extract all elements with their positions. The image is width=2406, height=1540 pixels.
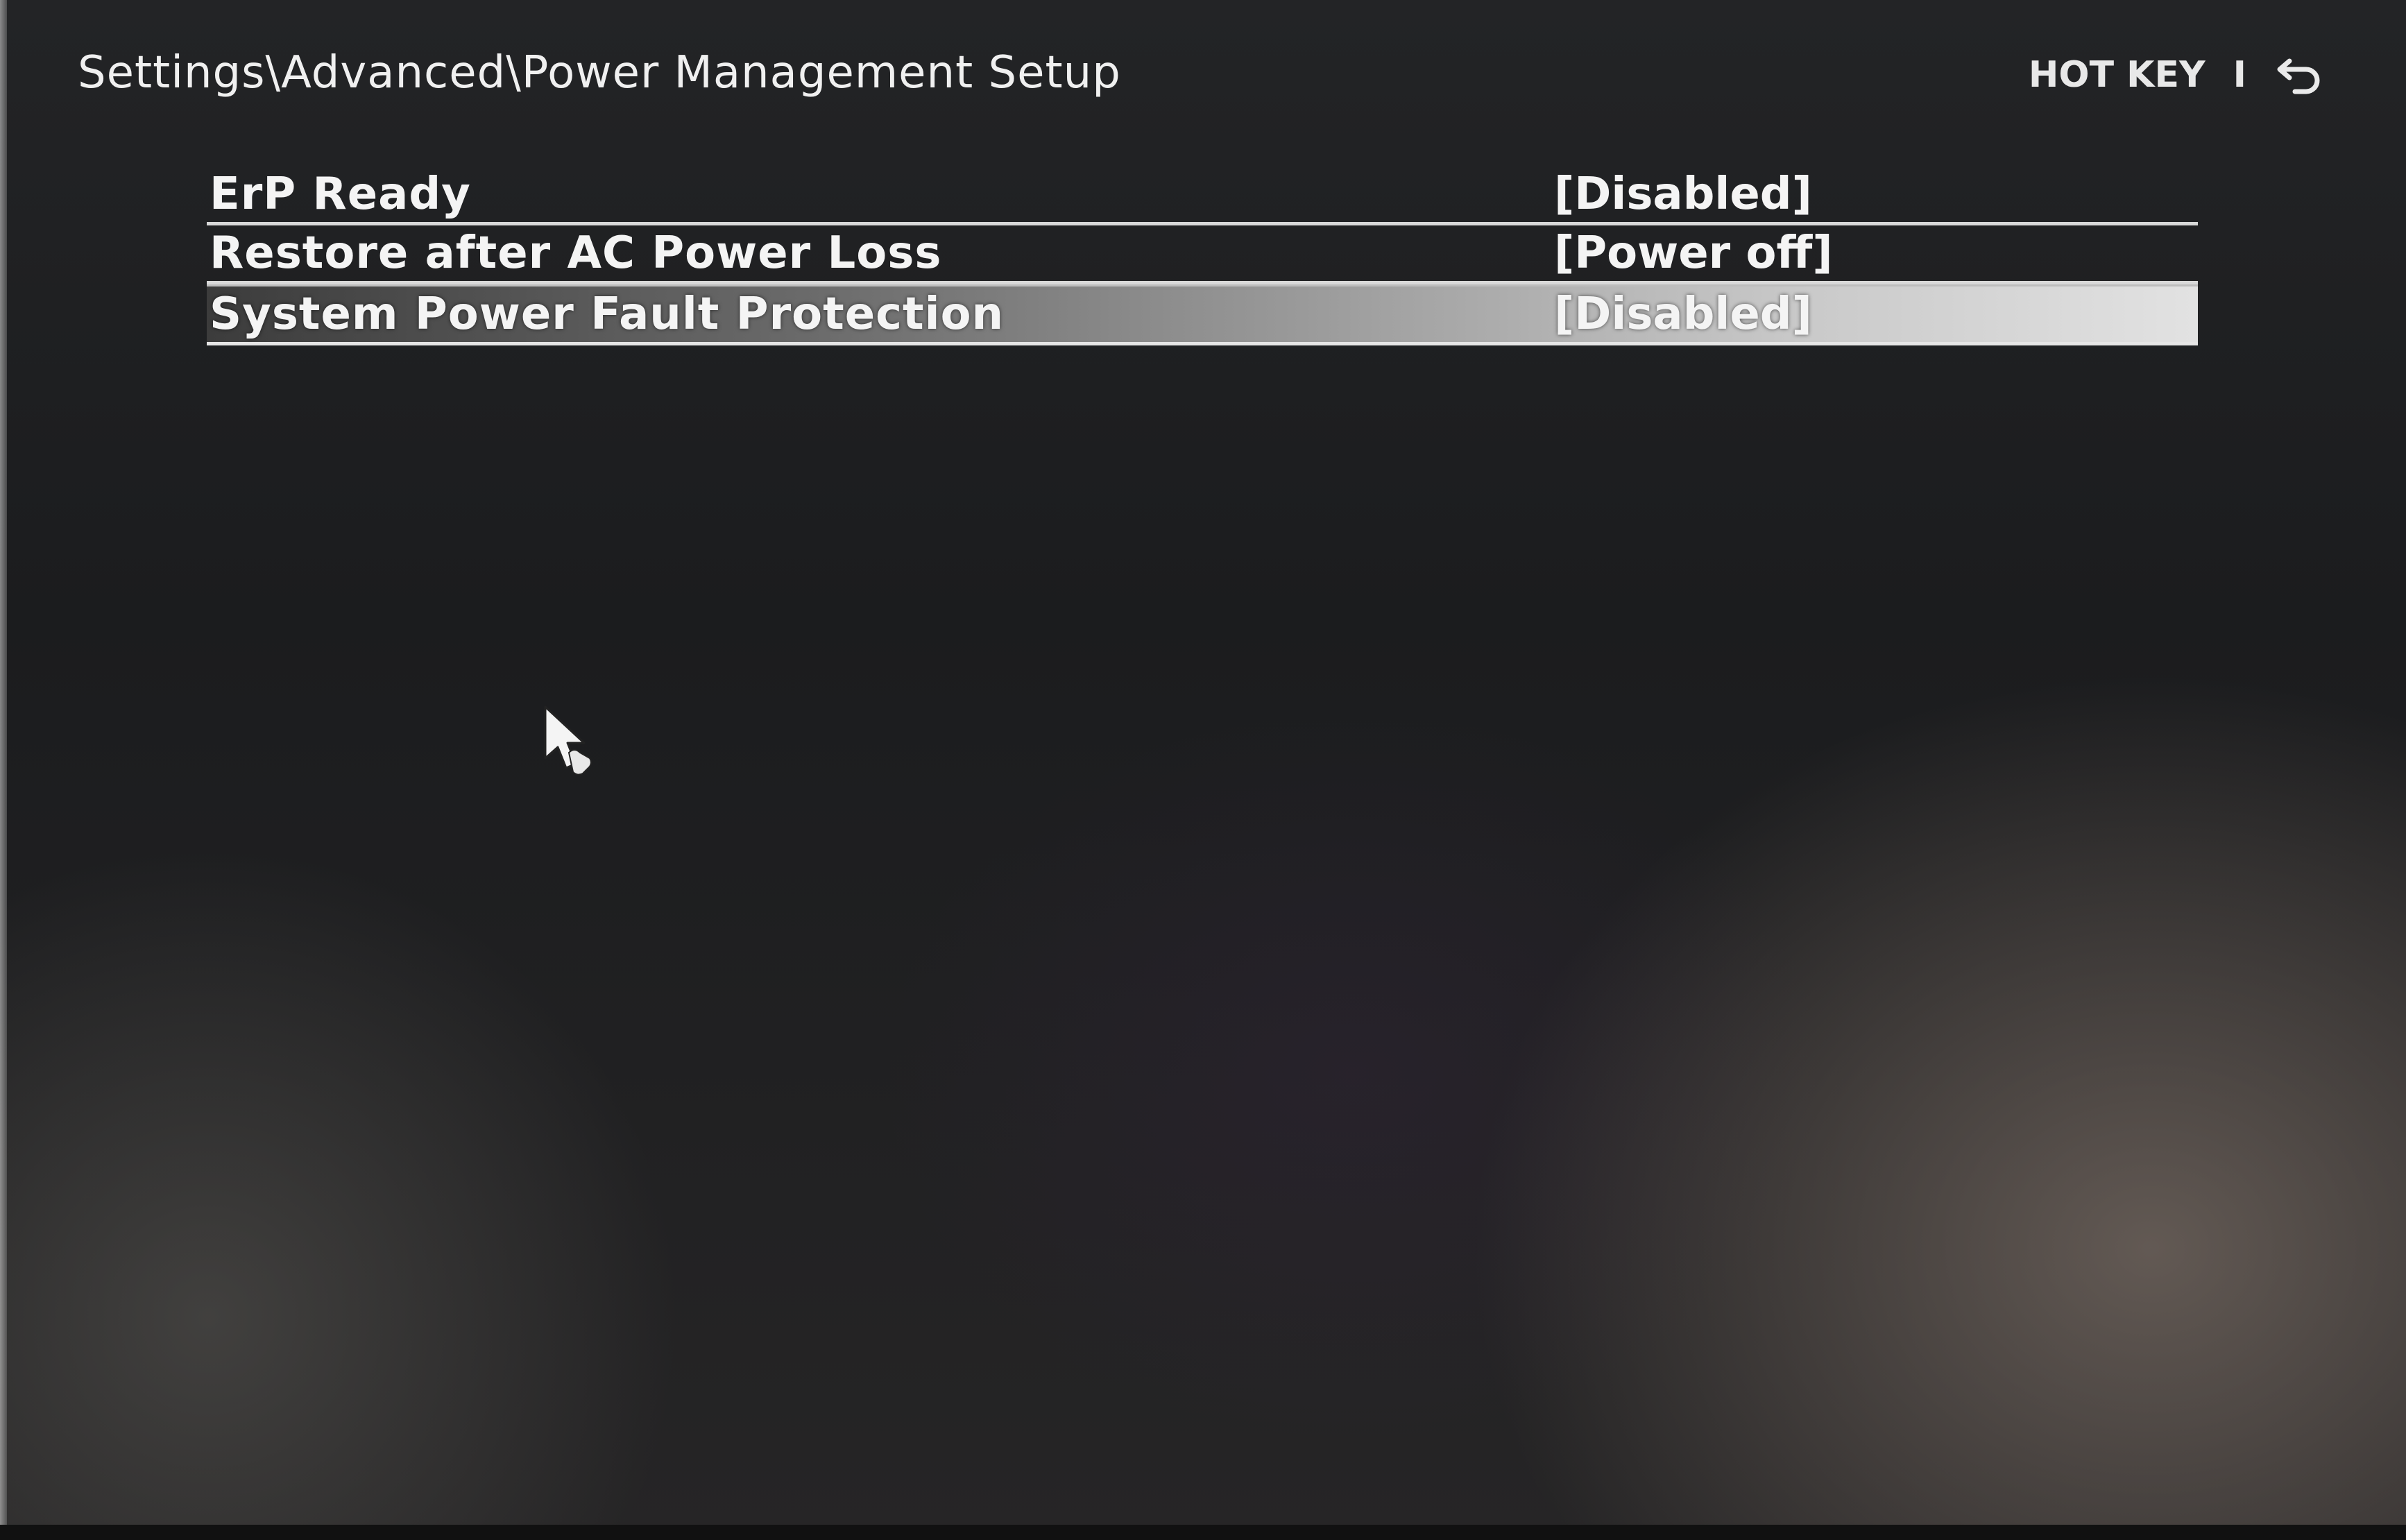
screen-edge [0, 0, 7, 1526]
setting-value[interactable]: [Disabled] [1554, 169, 1812, 220]
return-arrow-icon[interactable] [2274, 53, 2324, 97]
setting-label: ErP Ready [210, 169, 471, 220]
setting-row-system-power-fault-protection[interactable]: System Power Fault Protection [Disabled] [207, 284, 2198, 345]
setting-row-restore-after-ac-power-loss[interactable]: Restore after AC Power Loss [Power off] [207, 225, 2198, 284]
setting-label: System Power Fault Protection [210, 289, 1005, 340]
bios-screen: Settings\Advanced\Power Management Setup… [0, 0, 2406, 1540]
setting-value[interactable]: [Disabled] [1554, 289, 1812, 340]
power-settings-list: ErP Ready [Disabled] Restore after AC Po… [207, 166, 2198, 345]
hotkey-bar: HOT KEY I [2029, 53, 2324, 97]
hotkey-button[interactable]: HOT KEY [2029, 54, 2206, 96]
setting-label: Restore after AC Power Loss [210, 228, 942, 279]
setting-row-erp-ready[interactable]: ErP Ready [Disabled] [207, 166, 2198, 225]
screen-bezel [0, 1525, 2406, 1540]
setting-value[interactable]: [Power off] [1554, 228, 1833, 279]
hotkey-separator: I [2233, 54, 2246, 96]
mouse-pointer-icon [541, 704, 604, 780]
page-breadcrumb: Settings\Advanced\Power Management Setup [78, 47, 1121, 99]
